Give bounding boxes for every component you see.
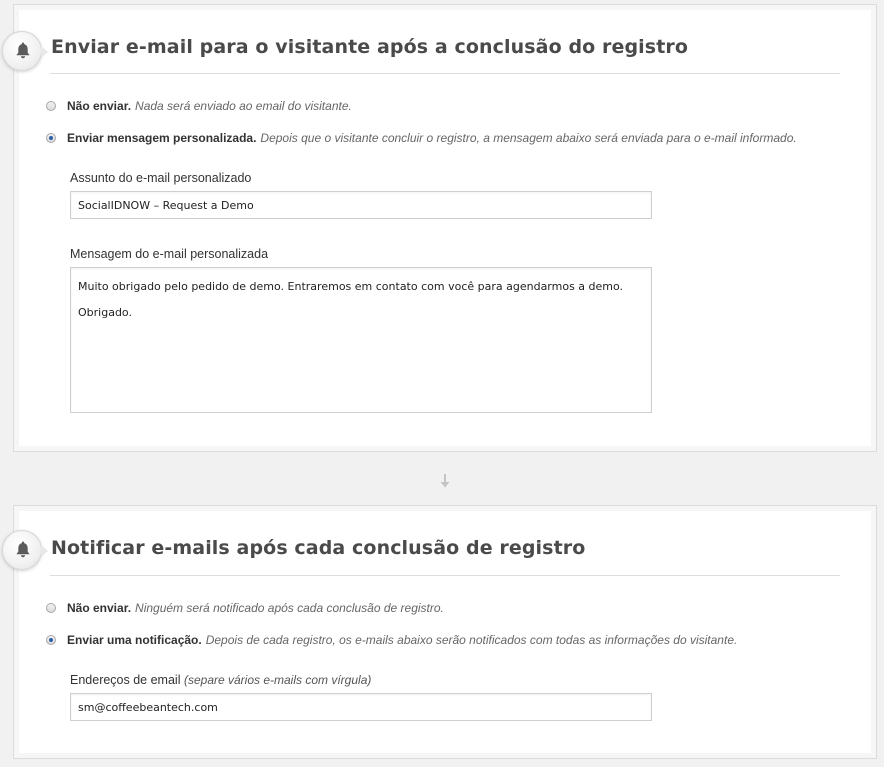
option-description: Ninguém será notificado após cada conclu…	[135, 601, 444, 615]
section-badge	[2, 31, 48, 71]
option-send-notification[interactable]: Enviar uma notificação. Depois de cada r…	[46, 633, 737, 647]
message-label: Mensagem do e-mail personalizada	[70, 247, 269, 261]
option-label: Não enviar.	[67, 601, 132, 615]
emails-input[interactable]	[70, 693, 652, 721]
option-dont-notify[interactable]: Não enviar. Ninguém será notificado após…	[46, 601, 444, 615]
radio-send-custom[interactable]	[46, 133, 56, 143]
bell-icon	[16, 42, 30, 59]
email-visitor-panel: Enviar e-mail para o visitante após a co…	[2, 4, 877, 452]
option-description: Nada será enviado ao email do visitante.	[135, 99, 352, 113]
option-send-custom[interactable]: Enviar mensagem personalizada. Depois qu…	[46, 131, 797, 145]
radio-dont-notify[interactable]	[46, 603, 56, 613]
subject-input[interactable]	[70, 191, 652, 219]
emails-label: Endereços de email (separe vários e-mail…	[70, 673, 371, 687]
option-description: Depois que o visitante concluir o regist…	[260, 131, 797, 145]
subject-label: Assunto do e-mail personalizado	[70, 171, 252, 185]
section-badge	[2, 530, 48, 570]
option-dont-send[interactable]: Não enviar. Nada será enviado ao email d…	[46, 99, 352, 113]
page-title: Enviar e-mail para o visitante após a co…	[51, 36, 689, 58]
radio-send-notification[interactable]	[46, 635, 56, 645]
divider	[50, 73, 840, 74]
bell-icon	[16, 541, 30, 558]
emails-hint: (separe vários e-mails com vírgula)	[183, 673, 372, 687]
option-label: Enviar mensagem personalizada.	[67, 131, 257, 145]
divider	[50, 575, 840, 576]
notify-emails-panel: Notificar e-mails após cada conclusão de…	[2, 505, 877, 759]
option-label: Não enviar.	[67, 99, 132, 113]
arrow-down-icon	[440, 474, 450, 488]
section-title: Notificar e-mails após cada conclusão de…	[51, 537, 586, 559]
option-description: Depois de cada registro, os e-mails abai…	[205, 633, 738, 647]
radio-dont-send[interactable]	[46, 101, 56, 111]
message-textarea[interactable]: Muito obrigado pelo pedido de demo. Entr…	[70, 267, 652, 413]
emails-label-text: Endereços de email	[70, 673, 181, 687]
option-label: Enviar uma notificação.	[67, 633, 202, 647]
